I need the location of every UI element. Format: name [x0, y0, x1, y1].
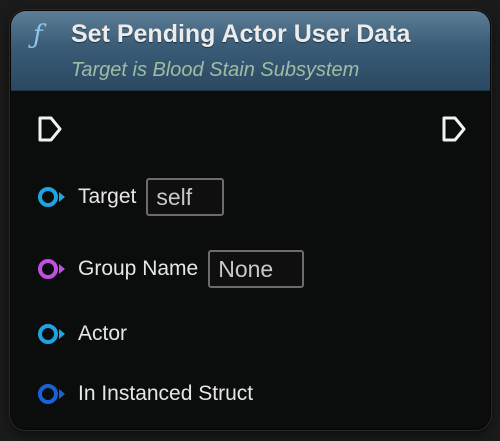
in-instanced-struct-pin-label: In Instanced Struct [78, 382, 254, 405]
pin-row-group-name: Group Name None [36, 250, 305, 288]
node-title: Set Pending Actor User Data [71, 20, 411, 48]
pin-row-target: Target self [36, 178, 225, 216]
exec-out-icon[interactable] [441, 115, 467, 143]
target-pin-label: Target [78, 185, 137, 208]
exec-in-icon[interactable] [37, 115, 63, 143]
pin-row-actor: Actor [36, 316, 127, 352]
node-subtitle: Target is Blood Stain Subsystem [71, 59, 360, 81]
actor-pin-label: Actor [78, 322, 128, 345]
object-pin-icon[interactable] [36, 186, 68, 208]
group-name-value-field[interactable]: None [208, 250, 305, 288]
group-name-pin-label: Group Name [78, 257, 199, 280]
target-value-field[interactable]: self [146, 178, 225, 216]
function-icon: ƒ [33, 20, 43, 50]
name-pin-icon[interactable] [36, 258, 68, 280]
struct-pin-icon[interactable] [36, 383, 68, 405]
function-node[interactable]: ƒ Set Pending Actor User Data Target is … [10, 10, 491, 430]
pin-row-in-instanced-struct: In Instanced Struct [36, 376, 253, 412]
object-pin-icon[interactable] [36, 323, 68, 345]
